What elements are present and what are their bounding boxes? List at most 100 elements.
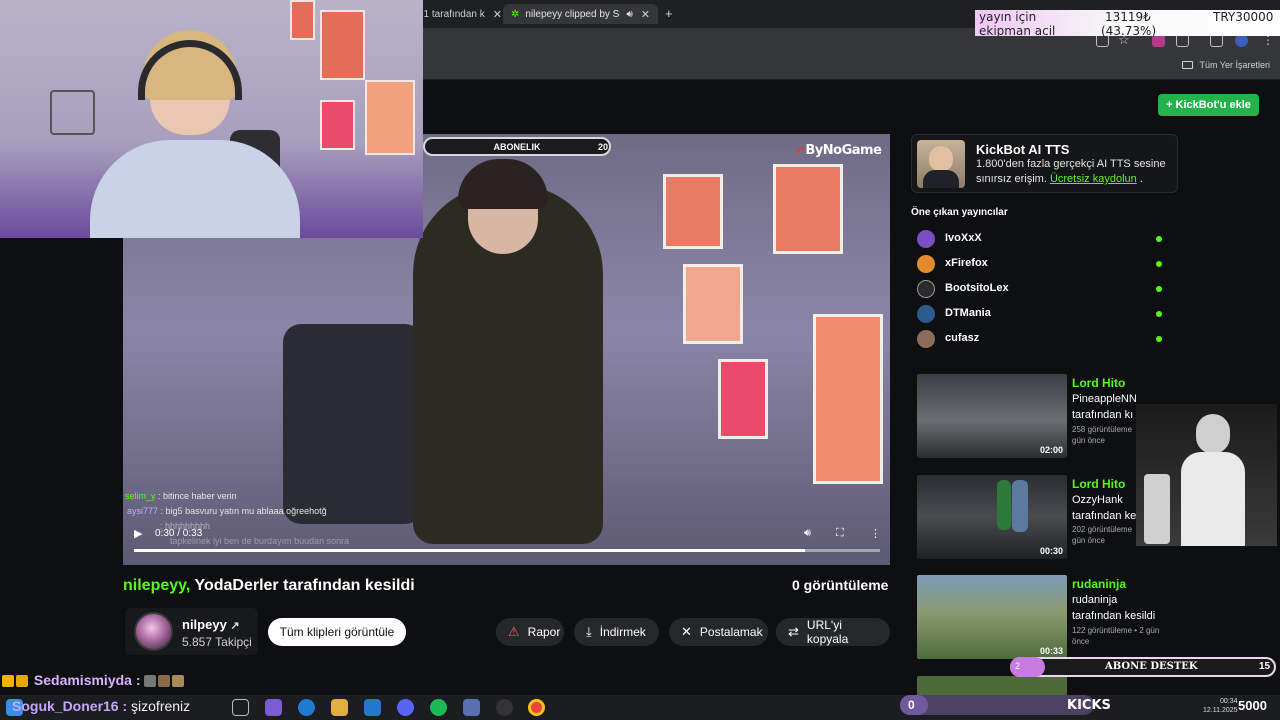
chrome-icon[interactable] [528, 699, 545, 716]
video-chat-line: selim_y : bitince haber verin [125, 491, 237, 501]
clip-title-line[interactable]: rudaninja [1072, 594, 1117, 606]
outlook-icon[interactable] [364, 699, 381, 716]
featured-streamer[interactable]: DTMania [917, 304, 1167, 324]
browser-tab[interactable]: 61 tarafından k ✕ [410, 4, 502, 24]
stream-chat-message: Sedamismiyda : [2, 672, 186, 688]
wall-poster [320, 100, 355, 150]
wall-frame [50, 90, 95, 135]
video-time: 0:30 / 0:33 [155, 528, 203, 539]
clip-title-line[interactable]: tarafından ke [1072, 510, 1136, 522]
share-icon: ⇄ [788, 624, 799, 639]
video-progress-fill [134, 549, 805, 552]
play-icon[interactable]: ▶ [134, 527, 144, 540]
featured-streamer[interactable]: xFirefox [917, 254, 1167, 274]
clip-title-rest: YodaDerler tarafından kesildi [190, 577, 415, 594]
clock-date: 12.11.2025 [1203, 707, 1238, 714]
kickbot-tts-description: 1.800'den fazla gerçekçi AI TTS sesine s… [976, 157, 1176, 187]
streamer-name: cufasz [945, 332, 980, 344]
recommended-clip-thumbnail[interactable] [917, 676, 1067, 696]
wall-poster [290, 0, 315, 40]
spotify-icon[interactable] [430, 699, 447, 716]
kicks-label: KICKS [1067, 698, 1111, 713]
wall-poster [320, 10, 365, 80]
clip-channel-link[interactable]: nilepeyy, [123, 577, 190, 594]
featured-streamer[interactable]: BootsitoLex [917, 279, 1167, 299]
app-icon[interactable] [463, 699, 480, 716]
donation-line2-left: ekipman acil [979, 24, 1056, 38]
streamer-name: IvoXxX [945, 232, 982, 244]
report-button[interactable]: ⚠ Rapor [496, 618, 564, 646]
x-logo-icon: ✕ [681, 624, 692, 639]
recommended-clip-thumbnail[interactable]: 02:00 [917, 374, 1067, 458]
edge-icon[interactable] [298, 699, 315, 716]
clip-duration: 02:00 [1039, 445, 1063, 455]
live-indicator [1156, 336, 1162, 342]
copy-url-button[interactable]: ⇄ URL'yi kopyala [776, 618, 890, 646]
tts-desc-suffix: . [1136, 173, 1143, 185]
browser-tab-active[interactable]: ✲ nilepeyy clipped by Sedam 🔊︎ ✕ [503, 4, 658, 24]
subscription-goal-count: 20 [597, 141, 608, 152]
clip-title: nilepeyy, YodaDerler tarafından kesildi [123, 577, 415, 595]
sub-support-label: ABONE DESTEK [1105, 661, 1198, 672]
discord-icon[interactable] [397, 699, 414, 716]
signup-link[interactable]: Ücretsiz kaydolun [1050, 173, 1137, 185]
channel-name-text: nilpeyy [182, 617, 227, 632]
volume-icon[interactable]: 🔊︎ [804, 527, 816, 539]
portrait-overlay [1136, 404, 1277, 546]
channel-avatar[interactable] [134, 612, 173, 651]
obs-icon[interactable] [496, 699, 513, 716]
subscription-goal-bar: ABONELIK [423, 137, 611, 156]
streamer-avatar [917, 305, 935, 323]
view-all-clips-button[interactable]: Tüm klipleri görüntüle [268, 618, 406, 646]
featured-streamer[interactable]: IvoXxX [917, 229, 1167, 249]
close-tab-icon[interactable]: ✕ [641, 8, 650, 21]
badge-icon [2, 675, 14, 688]
recommended-clip-thumbnail[interactable]: 00:30 [917, 475, 1067, 559]
live-indicator [1156, 236, 1162, 242]
warning-icon: ⚠ [508, 624, 520, 639]
clip-meta: 122 görüntüleme • 2 gün [1072, 626, 1160, 635]
live-indicator [1156, 311, 1162, 317]
follower-count: 5.857 Takipçi [182, 635, 252, 649]
more-options-icon[interactable]: ⋮ [870, 527, 882, 540]
clip-channel[interactable]: Lord Hito [1072, 477, 1125, 491]
person-hair [458, 159, 548, 209]
speaker-icon[interactable]: 🔊︎ [626, 9, 632, 20]
clip-title-line[interactable]: OzzyHank [1072, 494, 1123, 506]
emote-icon [144, 675, 157, 688]
download-button[interactable]: ⤓ İndirmek [574, 618, 659, 646]
add-kickbot-button[interactable]: + KickBot'u ekle [1158, 94, 1259, 116]
bynogame-watermark: ✔ByNoGame [795, 143, 882, 158]
system-clock: 00:34 12.11.2025 [1203, 697, 1238, 715]
chat-message: şizofreniz [127, 698, 191, 714]
share-x-button[interactable]: ✕ Postalamak [669, 618, 768, 646]
streamer-avatar [917, 230, 935, 248]
kicks-current: 0 [908, 698, 915, 712]
clip-channel[interactable]: Lord Hito [1072, 376, 1125, 390]
all-bookmarks-label: Tüm Yer İşaretleri [1199, 60, 1270, 70]
video-chat-line: aysi777 : big5 basvuru yatın mu ablaaa o… [127, 506, 327, 516]
file-explorer-icon[interactable] [331, 699, 348, 716]
all-bookmarks-button[interactable]: Tüm Yer İşaretleri [1182, 60, 1270, 70]
clip-title-line[interactable]: PineappleNN [1072, 393, 1137, 405]
close-tab-icon[interactable]: ✕ [493, 8, 502, 21]
featured-streamer[interactable]: cufasz [917, 329, 1167, 349]
new-tab-button[interactable]: + [665, 6, 673, 21]
chat-username: Sedamismiyda : [33, 672, 141, 688]
clip-channel[interactable]: rudaninja [1072, 577, 1126, 591]
chat-message: : big5 basvuru yatın mu ablaaa oğreehotğ [160, 506, 327, 516]
task-view-icon[interactable] [232, 699, 249, 716]
view-count: 0 görüntüleme [792, 577, 889, 593]
emote-icon [158, 675, 171, 688]
clip-title-line[interactable]: tarafından kesildi [1072, 610, 1155, 622]
watermark-text: ByNoGame [805, 143, 882, 158]
recommended-clip-thumbnail[interactable]: 00:33 [917, 575, 1067, 659]
clip-title-line[interactable]: tarafından kı [1072, 409, 1133, 421]
copilot-icon[interactable] [265, 699, 282, 716]
wall-poster [663, 174, 723, 249]
channel-name[interactable]: nilpeyy ↗ [182, 617, 240, 632]
webcam-overlay [0, 0, 423, 238]
kicks-max: 5000 [1238, 698, 1267, 713]
clip-meta: 258 görüntüleme [1072, 425, 1133, 434]
fullscreen-icon[interactable]: ⛶ [836, 527, 848, 539]
